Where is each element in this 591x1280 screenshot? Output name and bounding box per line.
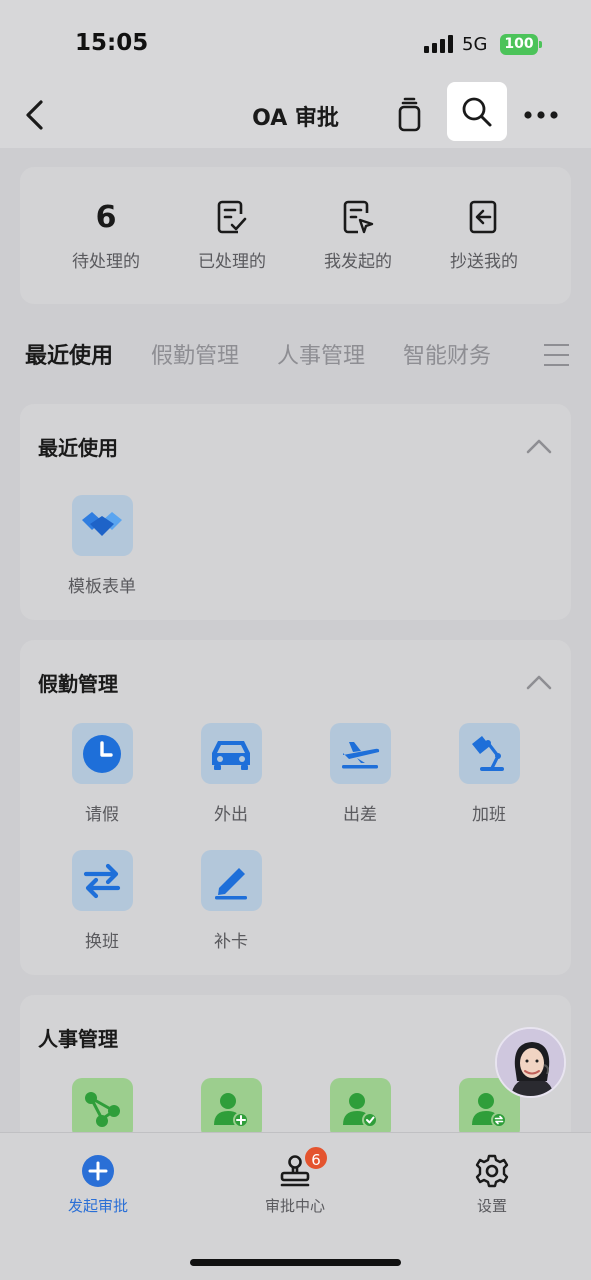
nav-approval-center[interactable]: 6 审批中心 [235, 1145, 355, 1216]
section-hr: 人事管理 [20, 995, 571, 1155]
tile [329, 1078, 391, 1139]
section-title: 最近使用 [38, 436, 118, 460]
tile [71, 723, 133, 784]
nav-label: 发起审批 [67, 1197, 128, 1215]
tile [200, 850, 262, 911]
section-recent: 最近使用 模板表单 [20, 404, 571, 620]
org-structure-icon [85, 1091, 120, 1127]
pending-count: 6 [95, 199, 117, 235]
menu-icon[interactable] [540, 340, 574, 370]
tile [329, 723, 391, 784]
chevron-up-icon [526, 675, 552, 690]
tile [71, 1078, 133, 1139]
tile [71, 850, 133, 911]
checklist-doc-icon [217, 200, 247, 234]
pen-icon [215, 867, 247, 899]
bottom-nav: 发起审批 6 审批中心 设置 [0, 1132, 591, 1280]
nav-label: 审批中心 [264, 1197, 325, 1215]
item-label: 请假 [85, 805, 119, 825]
collapse-button[interactable] [521, 664, 557, 700]
network-type: 5G [462, 34, 488, 55]
item-label: 模板表单 [68, 577, 136, 597]
section-title: 人事管理 [38, 1027, 118, 1051]
app-overtime[interactable]: 加班 [429, 723, 549, 825]
item-label: 加班 [472, 805, 506, 825]
app-regularization[interactable] [300, 1078, 420, 1139]
signal-icon [424, 35, 454, 53]
tile [458, 723, 520, 784]
category-tabs: 最近使用 假勤管理 人事管理 智能财务 [0, 330, 591, 380]
chevron-up-icon [526, 439, 552, 454]
item-label: 换班 [85, 932, 119, 952]
nav-start-approval[interactable]: 发起审批 [38, 1151, 158, 1216]
stat-pending[interactable]: 6 待处理的 [46, 197, 166, 273]
stat-label: 已处理的 [198, 252, 266, 272]
nav-label: 设置 [476, 1197, 507, 1215]
collapse-button[interactable] [521, 428, 557, 464]
swap-arrows-icon [83, 863, 121, 898]
tile [200, 723, 262, 784]
copy-icon [398, 97, 421, 132]
app-leave[interactable]: 请假 [42, 723, 162, 825]
app-go-out[interactable]: 外出 [171, 723, 291, 825]
app-template-form[interactable]: 模板表单 [42, 495, 162, 597]
stat-initiated[interactable]: 我发起的 [298, 197, 418, 272]
nav-bar: OA 审批 [0, 82, 591, 148]
handshake-icon [82, 511, 122, 536]
plus-circle-icon [82, 1155, 114, 1187]
notification-badge: 6 [303, 1145, 329, 1171]
app-shift-swap[interactable]: 换班 [42, 850, 162, 952]
item-label: 出差 [343, 805, 377, 825]
gear-icon [475, 1154, 509, 1188]
stat-label: 抄送我的 [450, 252, 518, 272]
doc-send-icon [343, 200, 374, 234]
battery-icon: 100 [500, 34, 542, 55]
nav-settings[interactable]: 设置 [432, 1151, 552, 1216]
search-icon [462, 97, 492, 126]
search-button[interactable] [447, 82, 507, 141]
user-check-icon [343, 1092, 378, 1128]
item-label: 外出 [214, 805, 248, 825]
stats-card: 6 待处理的 已处理的 我发起的 抄送我的 [20, 167, 571, 304]
car-icon [212, 740, 250, 770]
tab-recent[interactable]: 最近使用 [25, 338, 113, 370]
home-indicator[interactable] [190, 1259, 401, 1266]
tab-attendance[interactable]: 假勤管理 [151, 338, 239, 370]
stat-processed[interactable]: 已处理的 [172, 197, 292, 272]
app-onboarding[interactable] [171, 1078, 291, 1139]
section-attendance: 假勤管理 请假 外出 出差 加班 换班 补卡 [20, 640, 571, 975]
tile [200, 1078, 262, 1139]
more-horizontal-icon [524, 111, 558, 119]
app-clock-correction[interactable]: 补卡 [171, 850, 291, 952]
tile [71, 495, 133, 556]
stat-cc[interactable]: 抄送我的 [424, 197, 544, 272]
app-org-structure[interactable] [42, 1078, 162, 1139]
item-label: 补卡 [214, 932, 248, 952]
more-button[interactable] [520, 94, 562, 136]
tab-hr[interactable]: 人事管理 [277, 338, 365, 370]
status-time: 15:05 [75, 30, 149, 56]
copy-button[interactable] [388, 94, 430, 136]
user-transfer-icon [472, 1092, 507, 1128]
doc-inbox-icon [469, 200, 497, 234]
user-add-icon [214, 1092, 249, 1128]
assistant-avatar[interactable] [495, 1027, 566, 1098]
tab-finance[interactable]: 智能财务 [403, 338, 491, 370]
plane-icon [342, 741, 380, 768]
stat-label: 我发起的 [324, 252, 392, 272]
desk-lamp-icon [472, 735, 504, 771]
status-bar: 15:05 5G 100 [0, 0, 591, 82]
section-title: 假勤管理 [38, 672, 118, 696]
stat-label: 待处理的 [72, 252, 140, 272]
clock-icon [83, 734, 121, 773]
app-business-trip[interactable]: 出差 [300, 723, 420, 825]
